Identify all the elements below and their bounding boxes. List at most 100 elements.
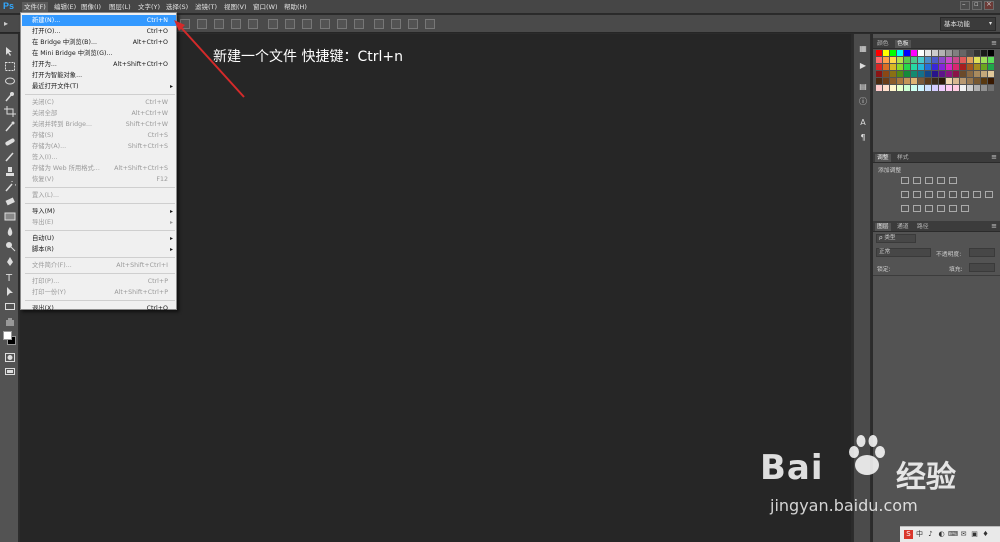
- swatch-grid[interactable]: [876, 50, 996, 102]
- color-swatch[interactable]: [897, 78, 903, 84]
- color-swatch[interactable]: [897, 50, 903, 56]
- color-swatch[interactable]: [918, 71, 924, 77]
- color-swatch[interactable]: [974, 71, 980, 77]
- color-swatch[interactable]: [883, 71, 889, 77]
- color-swatch[interactable]: [904, 64, 910, 70]
- file-menu-item[interactable]: 最近打开文件(T) ▸: [22, 81, 176, 92]
- healing-brush-tool-icon[interactable]: [4, 136, 16, 147]
- color-swatch[interactable]: [974, 78, 980, 84]
- color-swatch[interactable]: [981, 57, 987, 63]
- color-swatch[interactable]: [967, 57, 973, 63]
- color-swatch[interactable]: [890, 78, 896, 84]
- adjustment-icon[interactable]: [985, 191, 993, 198]
- color-swatch[interactable]: [876, 85, 882, 91]
- gradient-tool-icon[interactable]: [4, 211, 16, 222]
- quick-mask-icon[interactable]: [4, 352, 16, 363]
- adjustment-icon[interactable]: [901, 191, 909, 198]
- distribute-hcenter-icon[interactable]: [337, 19, 347, 29]
- color-swatch[interactable]: [960, 64, 966, 70]
- paragraph-icon[interactable]: ¶: [858, 133, 868, 143]
- color-swatch[interactable]: [932, 71, 938, 77]
- restore-button[interactable]: ▫: [972, 0, 982, 10]
- tool-preset-icon[interactable]: ▸: [4, 19, 14, 29]
- menu-help[interactable]: 帮助(H): [284, 2, 307, 13]
- color-swatch[interactable]: [960, 78, 966, 84]
- color-swatch[interactable]: [974, 85, 980, 91]
- color-swatch[interactable]: [932, 85, 938, 91]
- color-swatch[interactable]: [897, 64, 903, 70]
- distribute-right-icon[interactable]: [354, 19, 364, 29]
- color-swatch[interactable]: [946, 64, 952, 70]
- color-swatch[interactable]: [932, 78, 938, 84]
- color-swatch[interactable]: [911, 78, 917, 84]
- file-menu-item[interactable]: 打开为... Alt+Shift+Ctrl+O: [22, 59, 176, 70]
- quick-select-tool-icon[interactable]: [4, 91, 16, 102]
- play-actions-icon[interactable]: ▶: [858, 61, 868, 71]
- adjustment-icon[interactable]: [937, 191, 945, 198]
- tray-icon[interactable]: ◐: [937, 530, 946, 539]
- color-swatch[interactable]: [953, 57, 959, 63]
- color-swatch[interactable]: [925, 71, 931, 77]
- tray-icon[interactable]: ♪: [926, 530, 935, 539]
- screen-mode-icon[interactable]: [4, 366, 16, 377]
- distribute-vcenter-icon[interactable]: [285, 19, 295, 29]
- color-swatch[interactable]: [960, 71, 966, 77]
- color-swatch[interactable]: [918, 64, 924, 70]
- color-swatch[interactable]: [981, 50, 987, 56]
- color-swatch[interactable]: [925, 64, 931, 70]
- color-swatch[interactable]: [911, 57, 917, 63]
- color-swatch[interactable]: [925, 50, 931, 56]
- adjustment-icon[interactable]: [913, 191, 921, 198]
- tab-styles[interactable]: 样式: [895, 154, 911, 162]
- adjustment-icon[interactable]: [913, 177, 921, 184]
- color-swatch[interactable]: [876, 64, 882, 70]
- color-swatch[interactable]: [974, 50, 980, 56]
- color-swatch[interactable]: [897, 57, 903, 63]
- adjustment-icon[interactable]: [937, 177, 945, 184]
- info-icon[interactable]: ⓘ: [858, 97, 868, 107]
- align-left-icon[interactable]: [231, 19, 241, 29]
- file-menu-item[interactable]: 导入(M) ▸: [22, 206, 176, 217]
- color-swatch[interactable]: [911, 71, 917, 77]
- color-swatch[interactable]: [890, 50, 896, 56]
- color-swatch[interactable]: [988, 85, 994, 91]
- color-swatch[interactable]: [967, 50, 973, 56]
- color-swatch[interactable]: [953, 78, 959, 84]
- color-swatch[interactable]: [904, 85, 910, 91]
- minimize-button[interactable]: –: [960, 0, 970, 10]
- color-swatch[interactable]: [876, 78, 882, 84]
- color-swatch[interactable]: [988, 50, 994, 56]
- align-bottom-icon[interactable]: [214, 19, 224, 29]
- color-swatch[interactable]: [960, 85, 966, 91]
- align-top-icon[interactable]: [180, 19, 190, 29]
- 3d-mode-icon[interactable]: [391, 19, 401, 29]
- file-menu-item[interactable]: 脚本(R) ▸: [22, 244, 176, 255]
- file-menu-item[interactable]: 退出(X) Ctrl+Q: [22, 303, 176, 314]
- color-swatch[interactable]: [897, 71, 903, 77]
- color-swatch[interactable]: [988, 71, 994, 77]
- hand-tool-icon[interactable]: [4, 316, 16, 327]
- color-swatch[interactable]: [974, 57, 980, 63]
- color-swatch[interactable]: [967, 71, 973, 77]
- align-hcenter-icon[interactable]: [248, 19, 258, 29]
- adjustment-icon[interactable]: [901, 177, 909, 184]
- tray-icon[interactable]: S: [904, 530, 913, 539]
- adjustment-icon[interactable]: [961, 205, 969, 212]
- color-swatch[interactable]: [932, 64, 938, 70]
- path-select-tool-icon[interactable]: [4, 286, 16, 297]
- tab-adjustments[interactable]: 调整: [875, 154, 891, 162]
- color-swatch[interactable]: [918, 50, 924, 56]
- color-swatch[interactable]: [876, 71, 882, 77]
- color-swatch[interactable]: [904, 50, 910, 56]
- color-swatch[interactable]: [939, 78, 945, 84]
- file-menu-item[interactable]: 新建(N)... Ctrl+N: [22, 15, 176, 26]
- color-swatch[interactable]: [946, 85, 952, 91]
- color-swatch[interactable]: [988, 57, 994, 63]
- adjustment-icon[interactable]: [961, 191, 969, 198]
- history-brush-tool-icon[interactable]: [4, 178, 19, 192]
- layer-filter-select[interactable]: ρ 类型: [876, 234, 916, 243]
- auto-align-icon[interactable]: [374, 19, 384, 29]
- color-swatch[interactable]: [918, 85, 924, 91]
- color-swatch[interactable]: [953, 85, 959, 91]
- menu-view[interactable]: 视图(V): [224, 2, 247, 13]
